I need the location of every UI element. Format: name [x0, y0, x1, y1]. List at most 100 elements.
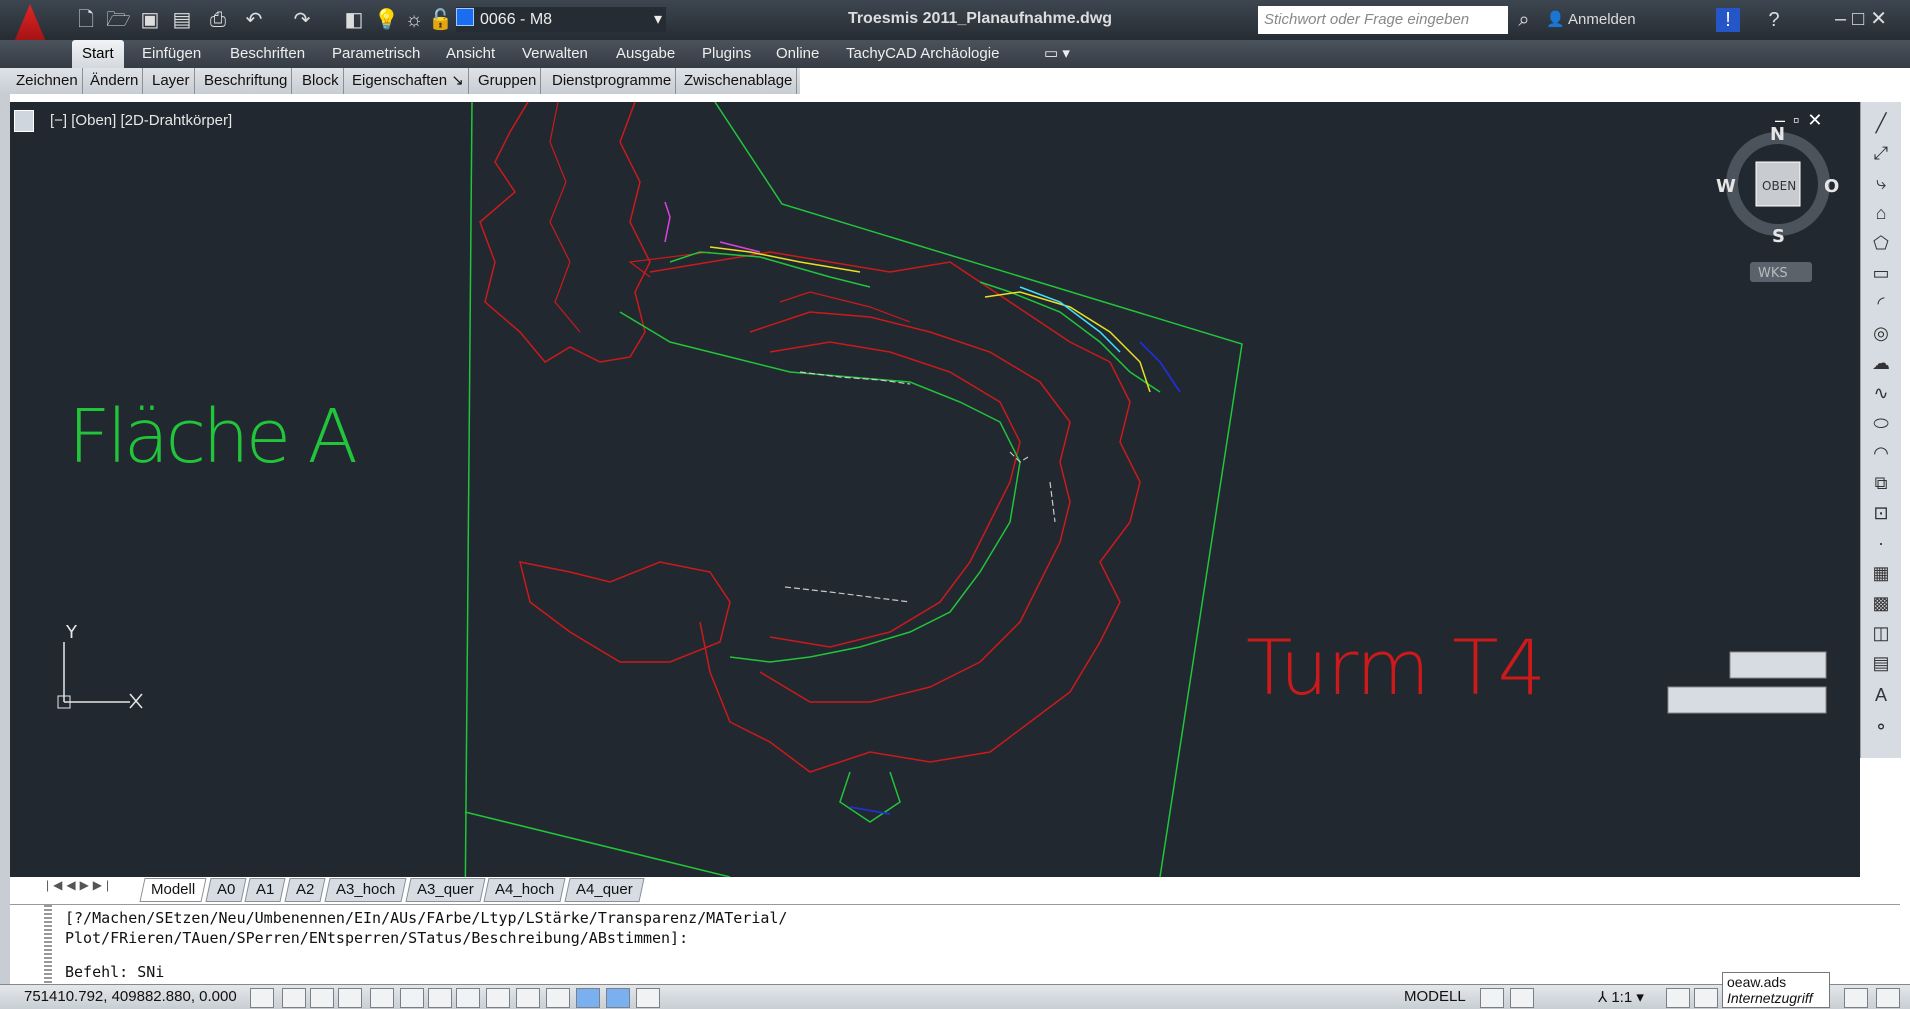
infer-constraints-icon[interactable] [250, 988, 274, 1008]
annotation-visibility-icon[interactable] [1666, 988, 1690, 1008]
region-icon[interactable]: ◫ [1869, 622, 1893, 644]
exchange-icon[interactable]: ! [1716, 8, 1740, 32]
layout-tab-navigation[interactable]: |◀◀▶▶| [46, 878, 113, 892]
window-controls[interactable]: –□✕ [1835, 6, 1893, 31]
tab-plugins[interactable]: Plugins [692, 40, 761, 68]
annotation-scale[interactable]: ⅄ 1:1 ▾ [1598, 988, 1644, 1006]
panel-eigenschaften[interactable]: Eigenschaften ↘ [348, 68, 469, 94]
tab-a4-hoch[interactable]: A4_hoch [483, 878, 566, 902]
layer-properties-icon[interactable]: ◧ [342, 8, 366, 32]
polygon-icon[interactable]: ⬠ [1869, 232, 1893, 254]
tab-a1[interactable]: A1 [244, 878, 287, 902]
tab-tachycad[interactable]: TachyCAD Archäologie [836, 40, 1009, 68]
hatch-icon[interactable]: ▦ [1869, 562, 1893, 584]
polyline-icon[interactable]: ⤷ [1869, 172, 1893, 194]
toolbar-lock-icon[interactable] [1844, 988, 1868, 1008]
quick-view-drawings-icon[interactable] [1510, 988, 1534, 1008]
tab-a4-quer[interactable]: A4_quer [564, 878, 644, 902]
otrack-icon[interactable] [456, 988, 480, 1008]
drawing-viewport[interactable]: Fläche A Turm T4 Y OBEN N S W O WKS [−] … [10, 102, 1860, 877]
3d-polyline-icon[interactable]: ⌂ [1869, 202, 1893, 224]
command-grip[interactable] [44, 905, 52, 985]
revision-cloud-icon[interactable]: ☁ [1869, 352, 1893, 374]
layer-on-icon[interactable]: 💡 [374, 8, 399, 32]
snap-mode-icon[interactable] [282, 988, 306, 1008]
drawing-canvas[interactable]: Fläche A Turm T4 Y OBEN N S W O WKS [10, 102, 1860, 877]
panel-layer[interactable]: Layer [148, 68, 195, 94]
table-icon[interactable]: ▤ [1869, 652, 1893, 674]
save-as-icon[interactable]: ▤ [170, 8, 194, 32]
polar-icon[interactable] [370, 988, 394, 1008]
tab-start[interactable]: Start [72, 40, 124, 68]
point-icon[interactable]: · [1869, 532, 1893, 554]
lineweight-icon[interactable] [546, 988, 570, 1008]
layer-freeze-icon[interactable]: ☼ [402, 8, 426, 32]
add-selected-icon[interactable]: ⚬ [1869, 716, 1893, 738]
tab-ausgabe[interactable]: Ausgabe [606, 40, 685, 68]
layer-dropdown[interactable]: 0066 - M8 ▾ [456, 7, 666, 32]
new-file-icon[interactable]: 🗋 [74, 8, 98, 32]
open-file-icon[interactable]: 🗁 [106, 8, 131, 32]
layer-lock-icon[interactable]: 🔓 [428, 8, 453, 32]
panel-beschriftung[interactable]: Beschriftung [200, 68, 293, 94]
tab-beschriften[interactable]: Beschriften [220, 40, 315, 68]
ducs-icon[interactable] [486, 988, 510, 1008]
binoculars-icon[interactable]: ⌕ [1512, 8, 1536, 32]
help-icon[interactable]: ? [1762, 8, 1786, 32]
workspace-switching-icon[interactable] [1694, 988, 1718, 1008]
selection-cycling-icon[interactable] [636, 988, 660, 1008]
panel-gruppen[interactable]: Gruppen [474, 68, 542, 94]
coordinate-readout[interactable]: 751410.792, 409882.880, 0.000 [24, 988, 237, 1005]
viewport-label[interactable]: [−] [Oben] [2D-Drahtkörper] [50, 112, 232, 129]
quick-view-layouts-icon[interactable] [1480, 988, 1504, 1008]
ellipse-icon[interactable]: ⬭ [1869, 412, 1893, 434]
notification-tooltip[interactable]: oeaw.ads Internetzugriff [1722, 972, 1830, 1008]
signin-button[interactable]: 👤 Anmelden [1546, 10, 1636, 28]
3d-osnap-icon[interactable] [428, 988, 452, 1008]
spline-icon[interactable]: ∿ [1869, 382, 1893, 404]
clean-screen-icon[interactable] [1876, 988, 1900, 1008]
ortho-icon[interactable] [338, 988, 362, 1008]
viewport-window-controls[interactable]: –▫✕ [1775, 110, 1830, 131]
panel-aendern[interactable]: Ändern [86, 68, 144, 94]
panel-block[interactable]: Block [298, 68, 344, 94]
tab-modell[interactable]: Modell [139, 878, 207, 902]
transparency-icon[interactable] [576, 988, 600, 1008]
undo-icon[interactable]: ↶ [242, 8, 266, 32]
grid-icon[interactable] [310, 988, 334, 1008]
save-icon[interactable]: ▣ [138, 8, 162, 32]
gradient-icon[interactable]: ▩ [1869, 592, 1893, 614]
search-input[interactable]: Stichwort oder Frage eingeben [1258, 6, 1508, 34]
make-block-icon[interactable]: ⊡ [1869, 502, 1893, 524]
line-icon[interactable]: ╱ [1869, 112, 1893, 134]
tab-online[interactable]: Online [766, 40, 829, 68]
tab-einfuegen[interactable]: Einfügen [132, 40, 211, 68]
circle-icon[interactable]: ◎ [1869, 322, 1893, 344]
print-icon[interactable]: ⎙ [206, 8, 230, 32]
panel-zeichnen[interactable]: Zeichnen [12, 68, 83, 94]
panel-dienstprogramme[interactable]: Dienstprogramme [548, 68, 677, 94]
viewport-menu-icon[interactable] [14, 110, 34, 132]
tab-parametrisch[interactable]: Parametrisch [322, 40, 430, 68]
panel-zwischenablage[interactable]: Zwischenablage [680, 68, 798, 94]
ribbon-minimize-icon[interactable]: ▭ ▾ [1034, 40, 1080, 68]
rectangle-icon[interactable]: ▭ [1869, 262, 1893, 284]
arc-icon[interactable]: ◜ [1869, 292, 1893, 314]
construction-line-icon[interactable]: ⤢ [1869, 142, 1893, 164]
quick-properties-icon[interactable] [606, 988, 630, 1008]
osnap-icon[interactable] [400, 988, 424, 1008]
ellipse-arc-icon[interactable]: ◠ [1869, 442, 1893, 464]
insert-block-icon[interactable]: ⧉ [1869, 472, 1893, 494]
tab-verwalten[interactable]: Verwalten [512, 40, 598, 68]
dyn-icon[interactable] [516, 988, 540, 1008]
tab-a2[interactable]: A2 [284, 878, 327, 902]
tab-a3-hoch[interactable]: A3_hoch [324, 878, 407, 902]
tab-ansicht[interactable]: Ansicht [436, 40, 505, 68]
redo-icon[interactable]: ↷ [290, 8, 314, 32]
command-input[interactable]: Befehl: SNi [65, 963, 164, 981]
tab-a0[interactable]: A0 [205, 878, 247, 902]
tab-a3-quer[interactable]: A3_quer [405, 878, 486, 902]
model-space-toggle[interactable]: MODELL [1404, 988, 1466, 1005]
command-window[interactable]: [?/Machen/SEtzen/Neu/Umbenennen/EIn/AUs/… [10, 904, 1900, 985]
multiline-text-icon[interactable]: A [1869, 684, 1893, 706]
